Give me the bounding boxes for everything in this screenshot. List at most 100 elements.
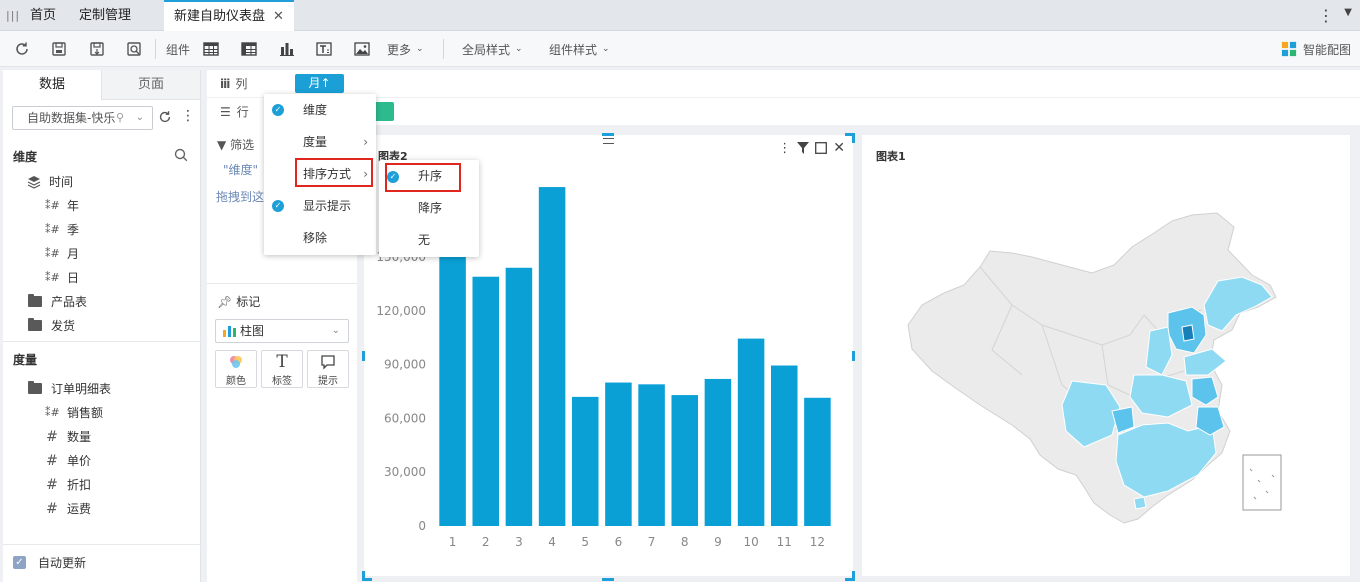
label-button[interactable]: T 标签 [261, 350, 303, 388]
field-label: 单价 [67, 454, 92, 468]
mark-label: 标记 [236, 295, 261, 309]
close-icon[interactable]: ✕ [273, 9, 284, 24]
image-button[interactable] [353, 39, 371, 59]
y-tick-label: 90,000 [384, 358, 426, 372]
dataset-select[interactable]: 自助数据集-快乐 ⚲ ⌄ [12, 106, 153, 130]
map-chart-card[interactable]: 图表1 [862, 135, 1350, 576]
resize-handle-top[interactable] [602, 133, 614, 136]
bar-month-8[interactable] [671, 395, 699, 526]
filter-icon: ▼ [217, 138, 227, 152]
x-tick-label: 4 [548, 535, 556, 549]
field-month[interactable]: ⁑# 月 [45, 245, 79, 262]
tooltip-button[interactable]: 提示 [307, 350, 349, 388]
save-icon [52, 42, 66, 56]
bar-month-10[interactable] [737, 338, 765, 526]
menu-item-remove[interactable]: 移除 [264, 223, 376, 253]
drag-handle-icon[interactable] [603, 138, 614, 144]
resize-handle-left[interactable] [362, 351, 365, 361]
layers-icon [27, 175, 41, 189]
tab-data[interactable]: 数据 [3, 70, 102, 100]
tab-page[interactable]: 页面 [102, 70, 200, 100]
field-label: 产品表 [51, 295, 88, 309]
smart-chart-button[interactable]: 智能配图 [1281, 39, 1351, 59]
date-field-icon: ⁑# [45, 199, 60, 212]
more-vertical-icon[interactable]: ⋮ [1318, 6, 1334, 25]
bar-month-2[interactable] [472, 276, 500, 526]
submenu-item-descending[interactable]: 降序 [379, 193, 479, 224]
refresh-button[interactable] [13, 39, 31, 59]
auto-update-checkbox[interactable]: ✓ 自动更新 [13, 554, 86, 571]
field-quarter[interactable]: ⁑# 季 [45, 221, 79, 238]
field-discount[interactable]: # 折扣 [45, 476, 91, 493]
resize-handle-right[interactable] [852, 351, 855, 361]
tooltip-label: 提示 [318, 376, 338, 387]
x-tick-label: 8 [681, 535, 689, 549]
measure-header: 度量 [13, 353, 38, 367]
chevron-down-icon: ⌄ [515, 44, 523, 54]
field-freight[interactable]: # 运费 [45, 500, 91, 517]
folder-shipping[interactable]: 发货 [28, 317, 75, 334]
field-label: 时间 [49, 175, 74, 189]
x-tick-label: 6 [615, 535, 623, 549]
bar-month-3[interactable] [505, 267, 533, 526]
row-shelf: ☰ 行 [207, 98, 1360, 125]
folder-product[interactable]: 产品表 [28, 293, 87, 310]
folder-order-detail[interactable]: 订单明细表 [28, 380, 111, 397]
selection-corner[interactable] [362, 571, 372, 581]
tab-new-dashboard[interactable]: 新建自助仪表盘 ✕ [164, 0, 294, 31]
mark-type-select[interactable]: 柱图 ⌄ [215, 319, 349, 343]
save-as-button[interactable] [88, 39, 106, 59]
text-box-icon [316, 42, 332, 56]
month-pill[interactable]: 月↑ [295, 74, 344, 93]
field-time[interactable]: 时间 [27, 173, 73, 190]
x-tick-label: 7 [648, 535, 656, 549]
bar-month-1[interactable] [439, 248, 466, 526]
check-icon: ✓ [272, 104, 284, 116]
bar-month-11[interactable] [770, 365, 798, 526]
search-icon[interactable] [174, 148, 188, 162]
field-year[interactable]: ⁑# 年 [45, 197, 79, 214]
bar-chart-button[interactable] [278, 39, 296, 59]
table-button[interactable] [202, 39, 220, 59]
crosstab-button[interactable] [240, 39, 258, 59]
save-button[interactable] [50, 39, 68, 59]
row-label-text: 行 [236, 105, 249, 119]
tab-custom-manage[interactable]: 定制管理 [79, 0, 131, 31]
bar-month-7[interactable] [638, 384, 665, 526]
more-button[interactable]: 更多 ⌄ [387, 39, 424, 59]
grip-icon[interactable]: ||| [6, 9, 20, 22]
x-tick-label: 3 [515, 535, 523, 549]
bar-month-12[interactable] [804, 397, 831, 526]
resize-handle-bottom[interactable] [602, 578, 614, 581]
section-divider [3, 544, 201, 545]
search-icon[interactable]: ⚲ [116, 107, 124, 129]
text-button[interactable] [315, 39, 333, 59]
highlight-box-sort [295, 158, 373, 187]
component-style-button[interactable]: 组件样式 ⌄ [549, 39, 610, 59]
bar-chart-icon [223, 326, 236, 337]
field-sales[interactable]: ⁑# 销售额 [45, 404, 103, 421]
field-quantity[interactable]: # 数量 [45, 428, 91, 445]
more-vertical-icon[interactable]: ⋮ [181, 108, 195, 124]
bar-month-5[interactable] [571, 396, 599, 526]
menu-item-dimension[interactable]: ✓ 维度 [264, 95, 376, 125]
global-style-button[interactable]: 全局样式 ⌄ [462, 39, 523, 59]
y-tick-label: 0 [418, 519, 426, 533]
x-axis: 1 2 3 4 5 6 7 8 9 10 11 12 [449, 535, 825, 549]
submenu-item-none[interactable]: 无 [379, 225, 479, 256]
bar-month-4[interactable] [538, 187, 566, 526]
menu-item-show-tooltip[interactable]: ✓ 显示提示 [264, 191, 376, 221]
bar-month-9[interactable] [704, 378, 732, 526]
refresh-icon[interactable] [157, 109, 173, 125]
field-unit-price[interactable]: # 单价 [45, 452, 91, 469]
field-day[interactable]: ⁑# 日 [45, 269, 79, 286]
chevron-down-icon[interactable]: ▼ [1344, 7, 1352, 18]
selection-corner[interactable] [845, 133, 855, 143]
preview-button[interactable] [125, 39, 143, 59]
menu-item-measure[interactable]: 度量 › [264, 127, 376, 157]
color-button[interactable]: 颜色 [215, 350, 257, 388]
toolbar-divider [155, 39, 156, 59]
bar-month-6[interactable] [605, 382, 632, 526]
tab-home[interactable]: 首页 [30, 0, 56, 31]
selection-corner[interactable] [845, 571, 855, 581]
